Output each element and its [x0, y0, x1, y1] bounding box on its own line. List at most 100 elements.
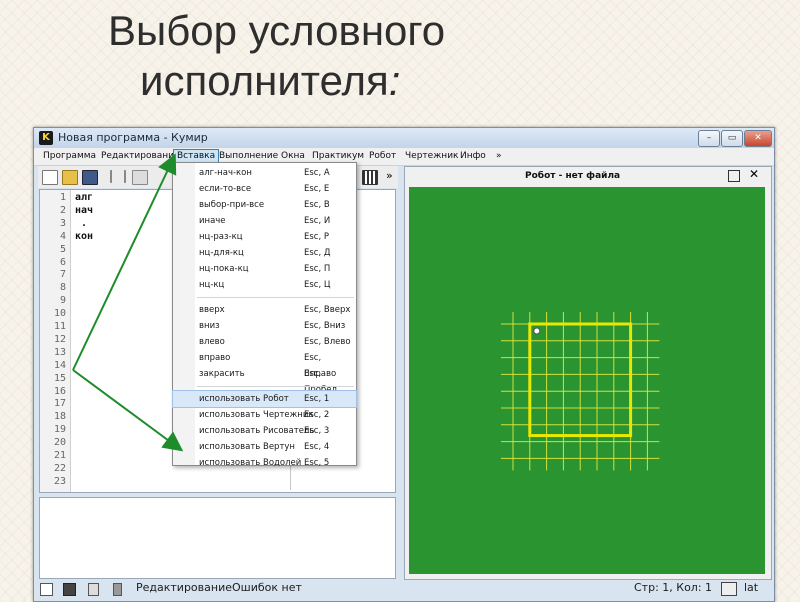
keyboard-icon[interactable] — [721, 582, 737, 596]
save-small-icon[interactable] — [63, 583, 76, 596]
menu-item-shortcut: Esc, B — [304, 200, 330, 210]
menu-drawer[interactable]: Чертежник — [402, 150, 461, 163]
line-number: 23 — [53, 475, 66, 487]
line-number: 9 — [59, 295, 66, 307]
insert-menu-item[interactable]: нц-раз-кц Esc, P — [173, 229, 356, 245]
minimize-button[interactable]: – — [698, 130, 720, 147]
code-line[interactable]: . — [75, 218, 87, 230]
status-mode: Редактирование — [136, 581, 232, 594]
line-number: 22 — [53, 462, 66, 474]
open-folder-icon[interactable] — [62, 170, 78, 185]
line-number: 14 — [53, 359, 66, 371]
line-number: 8 — [59, 282, 66, 294]
menu-item-shortcut: Esc, 2 — [304, 410, 330, 420]
menu-item-label: если-то-все — [199, 184, 252, 194]
robot-close-icon[interactable]: ✕ — [749, 167, 759, 181]
line-number: 20 — [53, 437, 66, 449]
status-keyboard-layout: lat — [744, 581, 759, 594]
window-title: Новая программа - Кумир — [58, 131, 208, 144]
menu-item-label: использовать Вертун — [199, 442, 295, 452]
field-background — [409, 187, 765, 574]
insert-menu-item[interactable]: использовать Рисователь Esc, 3 — [173, 423, 356, 439]
menu-item-shortcut: Esc, E — [304, 184, 330, 194]
line-number: 10 — [53, 308, 66, 320]
line-number: 1 — [59, 192, 66, 203]
insert-menu-item[interactable]: нц-пока-кц Esc, П — [173, 261, 356, 277]
kumir-app-icon: K — [39, 131, 53, 145]
line-number: 12 — [53, 333, 66, 345]
trash-icon[interactable] — [113, 583, 122, 596]
output-pane[interactable] — [39, 497, 396, 579]
code-line[interactable]: алг — [75, 192, 93, 204]
menu-item-label: нц-для-кц — [199, 248, 244, 258]
cut-icon[interactable] — [110, 170, 126, 183]
menu-item-label: алг-нач-кон — [199, 168, 252, 178]
insert-menu-item[interactable]: алг-нач-кон Esc, A — [173, 165, 356, 181]
maximize-button[interactable]: ▭ — [721, 130, 743, 147]
menu-item-label: нц-раз-кц — [199, 232, 243, 242]
menu-item-shortcut: Esc, A — [304, 168, 330, 178]
status-bar: Редактирование Ошибок нет Стр: 1, Кол: 1… — [0, 578, 773, 600]
insert-menu-item[interactable]: иначе Esc, И — [173, 213, 356, 229]
line-number: 7 — [59, 269, 66, 281]
toolbar-more[interactable]: » — [386, 169, 393, 182]
insert-menu-item[interactable]: вправо Esc, Вправо — [173, 350, 356, 379]
insert-menu-item[interactable]: нц-кц Esc, Ц — [173, 277, 356, 293]
copy-icon[interactable] — [132, 170, 148, 185]
insert-menu-item[interactable]: если-то-все Esc, E — [173, 181, 356, 197]
menu-item-label: влево — [199, 337, 225, 347]
line-number: 5 — [59, 243, 66, 255]
line-number: 19 — [53, 424, 66, 436]
title-bar[interactable]: K Новая программа - Кумир – ▭ ✕ — [34, 128, 774, 148]
code-line[interactable]: кон — [75, 231, 93, 243]
insert-menu-dropdown: алг-нач-кон Esc, A если-то-все Esc, E выбор-… — [172, 162, 357, 468]
menu-item-label: использовать Водолей — [199, 458, 302, 468]
menu-item-shortcut: Esc, И — [304, 216, 331, 226]
insert-menu-item[interactable]: вверх Esc, Вверх — [173, 302, 356, 318]
robot-field[interactable] — [409, 187, 765, 574]
menu-item-shortcut: Esc, 1 — [304, 394, 330, 404]
copy-small-icon[interactable] — [88, 583, 99, 596]
menu-item-label: закрасить — [199, 369, 245, 379]
menu-item-shortcut: Esc, Вниз — [304, 321, 346, 331]
insert-menu-item[interactable]: закрасить Esc, Пробел — [173, 366, 356, 395]
line-number: 21 — [53, 450, 66, 461]
insert-menu-item[interactable]: вниз Esc, Вниз — [173, 318, 356, 334]
menu-robot[interactable]: Робот — [366, 150, 399, 163]
insert-menu-item[interactable]: использовать Чертежник Esc, 2 — [173, 407, 356, 423]
save-icon[interactable] — [82, 170, 98, 185]
insert-menu-item[interactable]: выбор-при-все Esc, B — [173, 197, 356, 213]
close-button[interactable]: ✕ — [744, 130, 772, 147]
menu-edit[interactable]: Редактирование — [98, 150, 183, 163]
menu-item-shortcut: Esc, Вверх — [304, 305, 351, 315]
line-number: 15 — [53, 372, 66, 384]
insert-menu-item[interactable]: использовать Вертун Esc, 4 — [173, 439, 356, 455]
menu-info[interactable]: Инфо — [457, 150, 489, 163]
menu-item-shortcut: Esc, P — [304, 232, 330, 242]
menu-item-shortcut: Esc, Д — [304, 248, 331, 258]
menu-separator — [197, 297, 354, 298]
menu-program[interactable]: Программа — [40, 150, 99, 163]
menu-item-shortcut: Esc, Влево — [304, 337, 351, 347]
code-line[interactable]: нач — [75, 205, 93, 217]
insert-menu-item[interactable]: использовать Водолей Esc, 5 — [173, 455, 356, 471]
slide-title-line2: исполнителя — [140, 57, 389, 104]
line-number: 11 — [53, 321, 66, 332]
status-cursor-position: Стр: 1, Кол: 1 — [634, 581, 713, 594]
grid-icon[interactable] — [362, 170, 378, 185]
menu-item-shortcut: Esc, 5 — [304, 458, 330, 468]
robot-undock-icon[interactable] — [728, 170, 740, 182]
menu-more[interactable]: » — [493, 150, 505, 163]
new-file-icon[interactable] — [42, 170, 58, 185]
insert-menu-item[interactable]: влево Esc, Влево — [173, 334, 356, 350]
line-number: 4 — [59, 230, 66, 242]
insert-menu-item[interactable]: использовать Робот Esc, 1 — [172, 390, 357, 408]
menu-item-label: вверх — [199, 305, 225, 315]
status-errors: Ошибок нет — [232, 581, 302, 594]
insert-menu-item[interactable]: нц-для-кц Esc, Д — [173, 245, 356, 261]
menu-item-shortcut: Esc, 3 — [304, 426, 330, 436]
menu-item-label: вниз — [199, 321, 220, 331]
menu-item-label: нц-пока-кц — [199, 264, 249, 274]
line-number: 17 — [53, 398, 66, 410]
new-window-icon[interactable] — [40, 583, 53, 596]
